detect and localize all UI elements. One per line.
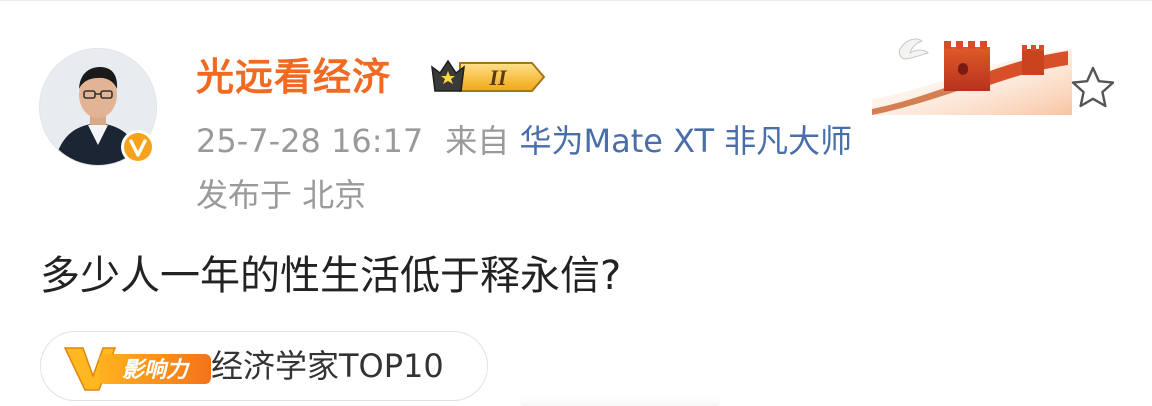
avatar-container[interactable] [40,49,156,165]
post-timestamp[interactable]: 25-7-28 16:17 [196,122,423,160]
post-text: 多少人一年的性生活低于释永信? [40,253,622,299]
username[interactable]: 光远看经济 [196,53,391,101]
post-meta: 25-7-28 16:17 来自 华为Mate XT 非凡大师 [196,119,852,163]
influence-label: 经济学家TOP10 [211,347,444,385]
crown-level-icon[interactable]: II [428,55,548,99]
source-device-link[interactable]: 华为Mate XT 非凡大师 [519,122,852,160]
great-wall-decoration [872,38,1072,115]
level-numeral: II [488,65,508,90]
influence-tag[interactable]: 影响力 经济学家TOP10 [40,331,488,401]
post-location: 发布于 北京 [196,176,367,214]
next-content-hint [520,397,720,406]
weibo-post-card: 光远看经济 II 25-7-28 16:17 来自 华为Mate XT 非凡大师 … [0,0,1152,406]
influence-logo-text: 影响力 [122,358,190,383]
star-icon[interactable] [1068,63,1118,113]
influence-v-icon: 影响力 [63,347,211,391]
source-prefix: 来自 [445,122,510,160]
verified-v-icon [121,130,155,164]
